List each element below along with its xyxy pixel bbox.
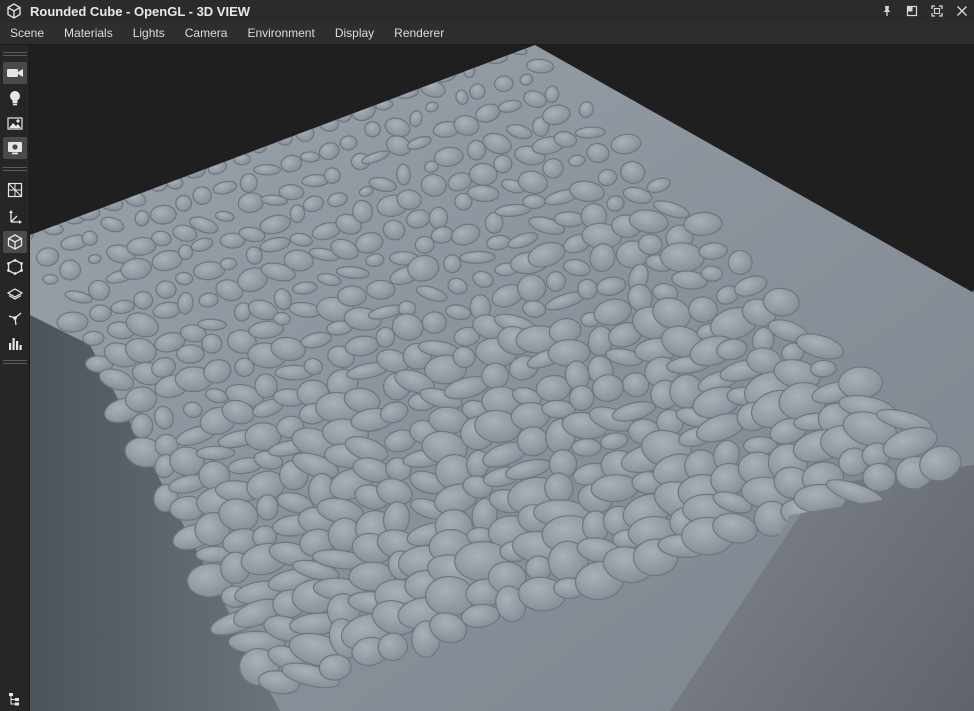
solid-view-button[interactable] [3, 231, 27, 253]
mesh-cube-icon [7, 259, 23, 275]
menu-lights[interactable]: Lights [123, 22, 175, 45]
cobblestone [272, 311, 291, 326]
cobblestone [175, 344, 205, 364]
light-direction-button[interactable] [3, 307, 27, 329]
cobblestone [467, 139, 487, 161]
wireframe-cube-icon [7, 182, 23, 198]
cobblestone [443, 254, 462, 274]
cobblestone [233, 153, 251, 166]
menu-bar: Scene Materials Lights Camera Environmen… [0, 22, 974, 45]
menu-materials[interactable]: Materials [54, 22, 123, 45]
environment-tool-button[interactable] [3, 112, 27, 134]
cobblestone [493, 75, 514, 93]
close-button[interactable] [949, 0, 974, 22]
wireframe-view-button[interactable] [3, 179, 27, 201]
histogram-button[interactable] [3, 332, 27, 354]
layers-button[interactable] [3, 283, 27, 305]
cobblestone [130, 413, 154, 439]
cobblestone [463, 63, 476, 79]
menu-environment[interactable]: Environment [237, 22, 324, 45]
transform-tool-button[interactable] [3, 205, 27, 227]
cobblestone [289, 204, 306, 224]
cobblestone [197, 318, 227, 331]
light-direction-icon [8, 312, 22, 326]
render-settings-button[interactable] [3, 137, 27, 159]
restore-icon [906, 5, 917, 17]
cobblestone [77, 204, 101, 221]
cobblestone [522, 194, 546, 210]
left-toolbar [0, 45, 30, 711]
camera-icon [7, 69, 23, 77]
cobblestone [56, 311, 89, 333]
cobblestone [545, 271, 567, 292]
light-tool-button[interactable] [3, 87, 27, 109]
transform-axes-icon [9, 210, 22, 224]
cobblestone [366, 279, 396, 300]
rounded-cube-render [30, 45, 974, 711]
window-controls [874, 0, 974, 22]
cobblestone [253, 164, 282, 176]
cobblestone [577, 278, 598, 300]
render-settings-icon [8, 142, 22, 155]
menu-display[interactable]: Display [325, 22, 384, 45]
cube-icon [7, 3, 21, 19]
toolbar-grip[interactable] [3, 360, 27, 364]
solid-cube-icon [7, 234, 23, 250]
maximize-icon [930, 5, 943, 17]
maximize-button[interactable] [924, 0, 949, 22]
cobblestone [295, 124, 315, 142]
cobblestone [517, 274, 547, 303]
cobblestone [251, 140, 267, 154]
3d-viewport[interactable] [30, 45, 974, 711]
cobblestone [553, 211, 586, 228]
pin-icon [883, 6, 890, 16]
cobblestone [182, 160, 206, 179]
cobblestone [82, 330, 105, 346]
scene-tree-button[interactable] [3, 688, 27, 710]
camera-tool-button[interactable] [3, 62, 27, 84]
close-icon [956, 6, 967, 16]
cobblestone [42, 273, 59, 285]
environment-image-icon [7, 117, 23, 130]
window-title: Rounded Cube - OpenGL - 3D VIEW [30, 3, 251, 19]
cobblestone [421, 311, 447, 334]
toolbar-grip[interactable] [3, 52, 27, 56]
menu-renderer[interactable]: Renderer [384, 22, 454, 45]
cobblestone [256, 494, 279, 521]
menu-camera[interactable]: Camera [175, 22, 238, 45]
menu-scene[interactable]: Scene [0, 22, 54, 45]
layers-icon [7, 288, 23, 300]
cobblestone [337, 285, 367, 307]
cobblestone [166, 176, 184, 190]
cobblestone [43, 223, 64, 236]
histogram-icon [9, 338, 22, 350]
pin-button[interactable] [874, 0, 899, 22]
cobblestone [155, 280, 177, 299]
cobblestone [428, 206, 449, 230]
toolbar-grip[interactable] [3, 167, 27, 171]
title-bar: Rounded Cube - OpenGL - 3D VIEW [0, 0, 974, 22]
restore-button[interactable] [899, 0, 924, 22]
mesh-view-button[interactable] [3, 256, 27, 278]
cobblestone [396, 163, 411, 186]
scene-tree-icon [9, 693, 19, 706]
cobblestone [571, 438, 602, 457]
cobblestone [299, 151, 321, 163]
cobblestone [336, 107, 353, 123]
cobblestone [133, 291, 154, 310]
light-bulb-icon [10, 91, 20, 106]
